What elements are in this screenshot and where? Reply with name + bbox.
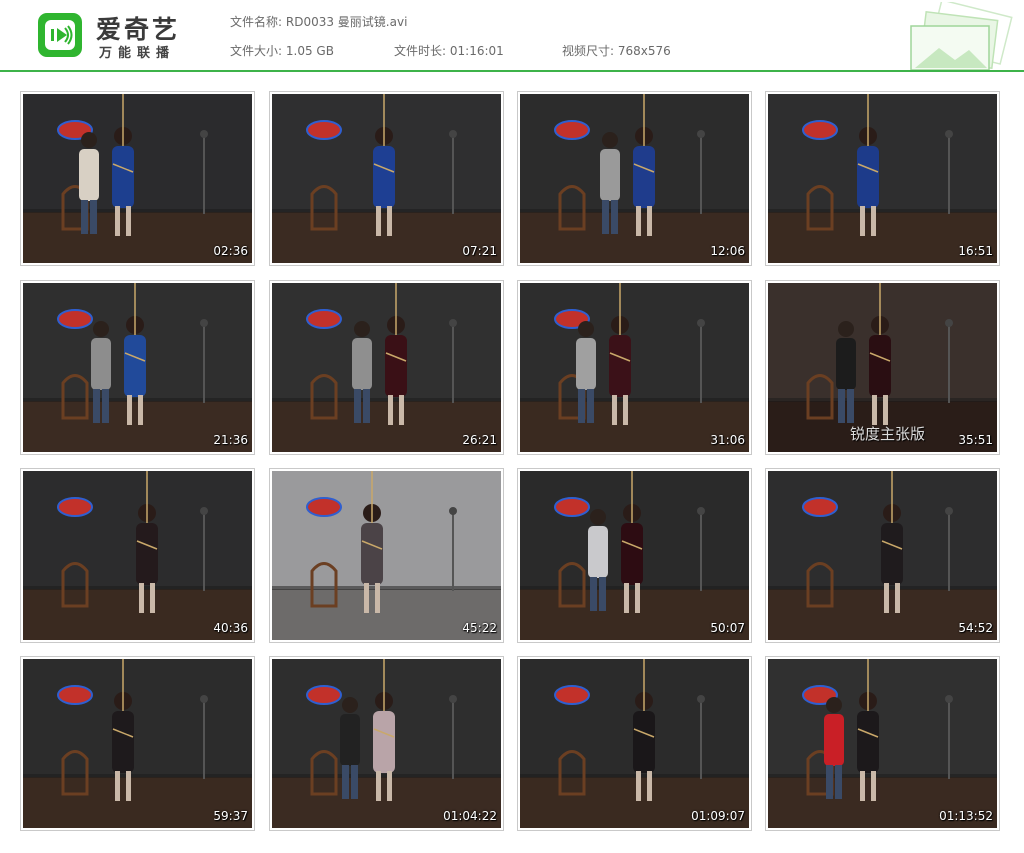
video-frame (520, 471, 749, 640)
thumbnail-timestamp: 50:07 (710, 621, 745, 635)
video-frame (520, 659, 749, 828)
thumbnail-timestamp: 26:21 (462, 433, 497, 447)
scene-illustration (768, 94, 997, 263)
file-name-info: 文件名称: RD0033 曼丽试镜.avi (230, 13, 407, 30)
video-frame (272, 283, 501, 452)
scene-illustration (272, 283, 501, 452)
video-frame (23, 283, 252, 452)
thumbnail[interactable]: 01:09:07 (517, 656, 752, 831)
thumbnail-timestamp: 21:36 (213, 433, 248, 447)
thumbnail-timestamp: 31:06 (710, 433, 745, 447)
file-size-label: 文件大小: (230, 44, 283, 58)
thumbnail-timestamp: 35:51 (958, 433, 993, 447)
header: 爱奇艺 万能联播 文件名称: RD0033 曼丽试镜.avi 文件大小: 1.0… (0, 0, 1024, 70)
scene-illustration (272, 471, 501, 640)
thumbnail[interactable]: 07:21 (269, 91, 504, 266)
scene-illustration (520, 471, 749, 640)
video-frame (768, 659, 997, 828)
thumbnail-timestamp: 54:52 (958, 621, 993, 635)
thumbnail-timestamp: 16:51 (958, 244, 993, 258)
video-frame (272, 471, 501, 640)
scene-illustration (520, 659, 749, 828)
thumbnail-timestamp: 01:13:52 (939, 809, 993, 823)
video-frame (23, 659, 252, 828)
video-frame (520, 283, 749, 452)
file-name-label: 文件名称: (230, 15, 283, 29)
scene-illustration (272, 659, 501, 828)
video-dimensions-info: 视频尺寸: 768x576 (562, 42, 671, 59)
thumbnail[interactable]: 02:36 (20, 91, 255, 266)
thumbnail[interactable]: 16:51 (765, 91, 1000, 266)
thumbnail-timestamp: 02:36 (213, 244, 248, 258)
scene-illustration (23, 283, 252, 452)
video-dimensions-label: 视频尺寸: (562, 44, 615, 58)
thumbnail-timestamp: 59:37 (213, 809, 248, 823)
thumbnail-timestamp: 45:22 (462, 621, 497, 635)
video-frame (272, 94, 501, 263)
brand-title: 爱奇艺 (96, 15, 181, 44)
thumbnail-timestamp: 40:36 (213, 621, 248, 635)
scene-illustration (23, 659, 252, 828)
thumbnail[interactable]: 59:37 (20, 656, 255, 831)
thumbnail[interactable]: 12:06 (517, 91, 752, 266)
brand-subtitle: 万能联播 (99, 46, 176, 61)
scene-illustration (768, 471, 997, 640)
header-divider (0, 70, 1024, 72)
thumbnail[interactable]: 50:07 (517, 468, 752, 643)
thumbnail[interactable]: 54:52 (765, 468, 1000, 643)
video-frame (768, 471, 997, 640)
thumbnail[interactable]: 21:36 (20, 280, 255, 455)
file-duration-info: 文件时长: 01:16:01 (394, 42, 504, 59)
tv-screen-icon (45, 20, 75, 50)
thumbnail-timestamp: 01:09:07 (691, 809, 745, 823)
scene-illustration (272, 94, 501, 263)
decorative-photos-icon (910, 2, 1013, 70)
thumbnail[interactable]: 40:36 (20, 468, 255, 643)
scene-illustration (768, 659, 997, 828)
video-frame (23, 471, 252, 640)
video-frame (768, 94, 997, 263)
thumbnail[interactable]: 45:22 (269, 468, 504, 643)
thumbnail[interactable]: 26:21 (269, 280, 504, 455)
thumbnail[interactable]: 01:13:52 (765, 656, 1000, 831)
thumbnail[interactable]: 31:06 (517, 280, 752, 455)
scene-illustration (520, 94, 749, 263)
video-frame (520, 94, 749, 263)
scene-illustration (520, 283, 749, 452)
app-logo-icon (38, 13, 82, 57)
video-frame (23, 94, 252, 263)
file-duration-value: 01:16:01 (449, 44, 504, 58)
thumbnail[interactable]: 01:04:22 (269, 656, 504, 831)
video-dimensions-value: 768x576 (617, 44, 671, 58)
scene-illustration (23, 94, 252, 263)
thumbnail-grid: 02:36 07:21 12:06 16:51 21:36 26:21 31:0… (20, 91, 1004, 835)
file-size-value: 1.05 GB (285, 44, 334, 58)
scene-illustration (23, 471, 252, 640)
thumbnail-timestamp: 07:21 (462, 244, 497, 258)
video-frame (272, 659, 501, 828)
file-name-value: RD0033 曼丽试镜.avi (285, 15, 408, 29)
file-size-info: 文件大小: 1.05 GB (230, 42, 334, 59)
thumbnail[interactable]: 锐度主张版 35:51 (765, 280, 1000, 455)
thumbnail-timestamp: 12:06 (710, 244, 745, 258)
thumbnail-watermark: 锐度主张版 (850, 425, 926, 443)
thumbnail-timestamp: 01:04:22 (443, 809, 497, 823)
file-duration-label: 文件时长: (394, 44, 447, 58)
